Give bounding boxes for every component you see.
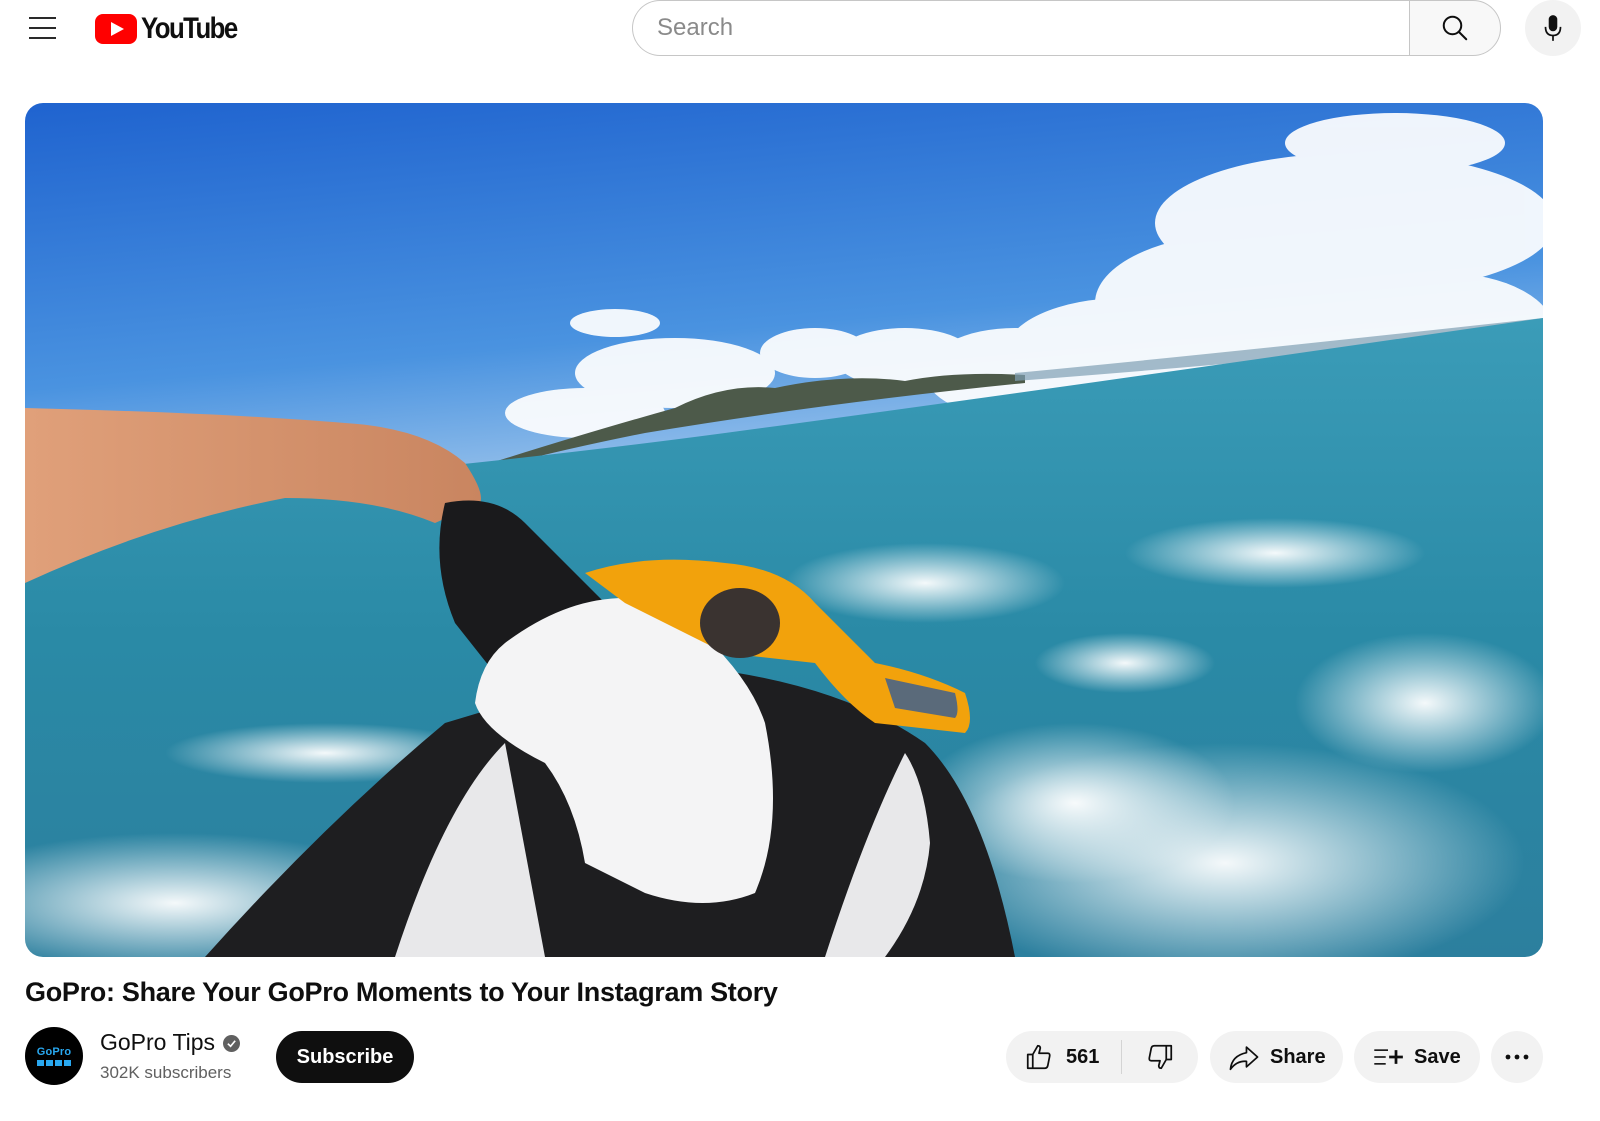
- add-to-playlist-icon: [1374, 1049, 1403, 1065]
- youtube-play-icon: [95, 14, 137, 44]
- video-title: GoPro: Share Your GoPro Moments to Your …: [25, 977, 778, 1007]
- more-horizontal-icon: [1505, 1054, 1529, 1060]
- more-actions-button[interactable]: [1491, 1031, 1543, 1083]
- video-thumbnail: [25, 103, 1543, 957]
- hamburger-menu-icon[interactable]: [24, 10, 64, 46]
- channel-avatar[interactable]: GoPro: [25, 1027, 83, 1085]
- share-button[interactable]: Share: [1210, 1031, 1343, 1083]
- youtube-logo[interactable]: YouTube: [95, 12, 252, 46]
- thumbs-up-icon: [1026, 1044, 1051, 1070]
- channel-name[interactable]: GoPro Tips: [100, 1029, 215, 1056]
- verified-badge-icon: [223, 1035, 240, 1052]
- save-label: Save: [1414, 1045, 1461, 1068]
- subscriber-count: 302K subscribers: [100, 1063, 232, 1082]
- thumbs-down-icon: [1148, 1044, 1173, 1070]
- like-count: 561: [1066, 1045, 1100, 1068]
- video-player[interactable]: [25, 103, 1543, 957]
- avatar-logo-text: GoPro: [36, 1045, 72, 1058]
- top-bar: YouTube: [0, 0, 1600, 56]
- save-button[interactable]: Save: [1354, 1031, 1480, 1083]
- search-bar: [632, 0, 1501, 56]
- search-button[interactable]: [1409, 0, 1501, 56]
- like-dislike-group: 561: [1006, 1031, 1198, 1083]
- microphone-icon: [1544, 15, 1562, 41]
- logo-text: YouTube: [141, 12, 238, 45]
- share-arrow-icon: [1229, 1046, 1259, 1071]
- search-icon: [1442, 15, 1468, 41]
- gopro-logo-bars: [37, 1059, 71, 1066]
- search-input[interactable]: [632, 0, 1409, 56]
- voice-search-button[interactable]: [1525, 0, 1581, 56]
- dislike-button[interactable]: [1122, 1031, 1198, 1083]
- gauge: [700, 588, 780, 658]
- subscribe-button[interactable]: Subscribe: [276, 1031, 414, 1083]
- like-button[interactable]: 561: [1006, 1040, 1122, 1074]
- share-label: Share: [1270, 1045, 1326, 1068]
